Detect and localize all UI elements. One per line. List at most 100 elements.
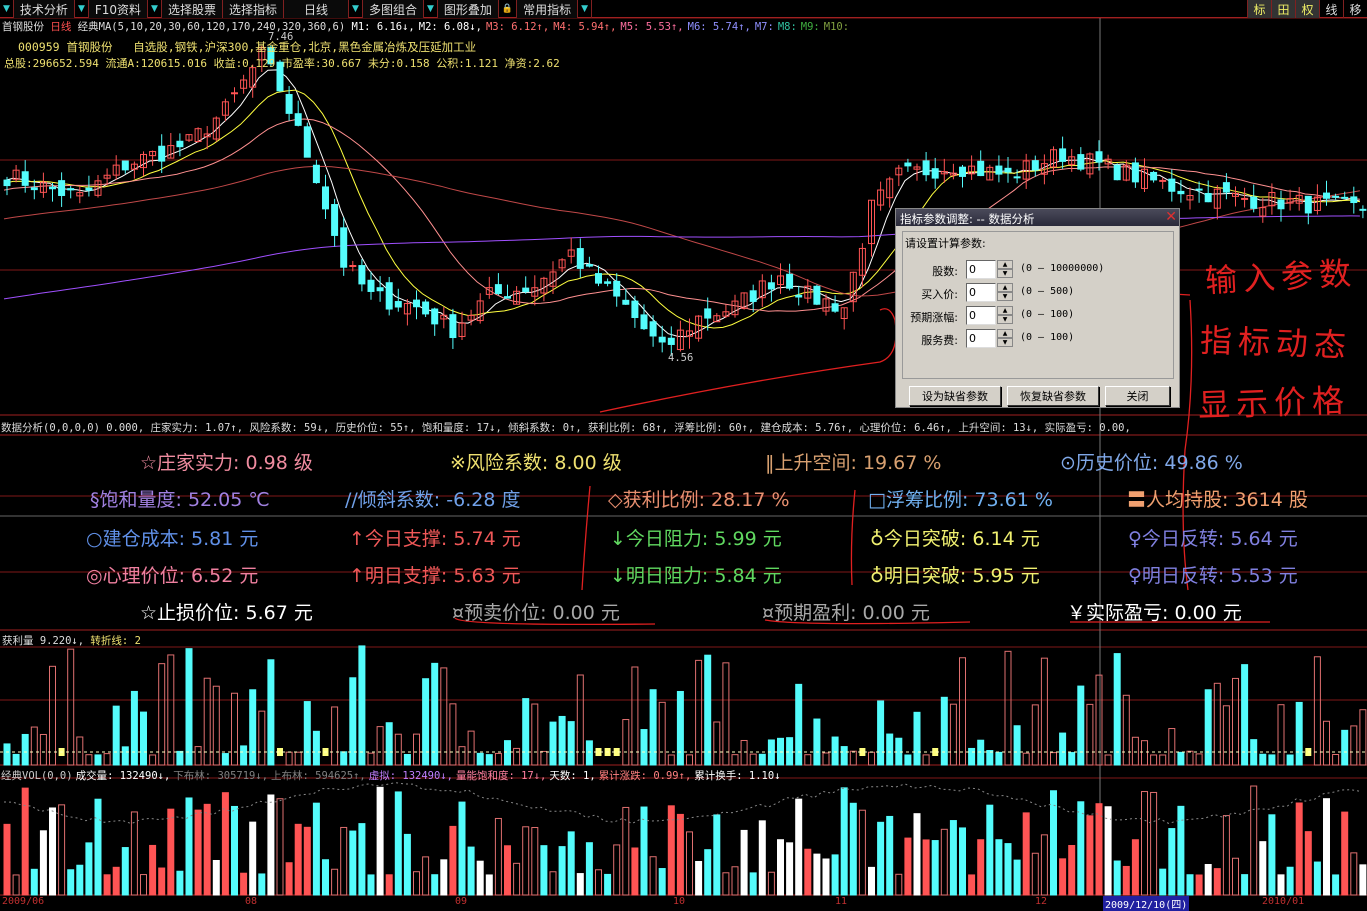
candle-body [667,337,675,345]
candlestick [968,155,976,180]
profit-bar [49,665,56,766]
profit-bar [1068,752,1076,766]
volume-bar [149,844,157,896]
candlestick [394,288,402,312]
dropdown-icon[interactable]: ▼ [0,0,14,18]
dropdown-icon[interactable]: ▼ [349,0,363,18]
volume-bar [1323,798,1330,896]
param-input[interactable]: 0 [966,260,996,279]
toolbar-item[interactable]: 常用指标 [517,0,579,18]
high-price-label: 7.46 [268,31,294,43]
param-range: (0 — 10000000) [1020,263,1105,274]
dropdown-icon[interactable]: ▼ [148,0,162,18]
param-spinner[interactable]: ▲ ▼ [997,329,1013,348]
close-icon[interactable]: ✕ [1165,209,1177,225]
candle-body [1277,199,1285,210]
profit-bar [485,754,493,766]
profit-bar [549,721,557,766]
profit-bar [722,662,730,766]
dialog-titlebar[interactable]: 指标参数调整: -- 数据分析 ✕ [896,209,1179,226]
param-input[interactable]: 0 [966,283,996,302]
candle-body [1113,164,1121,181]
dialog-close-button[interactable]: 关闭 [1105,386,1170,406]
candlestick [358,259,366,292]
dropdown-icon[interactable]: ▼ [75,0,89,18]
candle-body [1168,178,1176,192]
candlestick [904,158,912,172]
dropdown-icon[interactable]: ▼ [578,0,593,18]
profit-bar [340,751,348,766]
profit-bar [1022,752,1030,766]
profit-bar [258,710,266,766]
set-default-button[interactable]: 设为缺省参数 [909,386,1001,406]
toolbar-item[interactable]: 图形叠加 [437,0,499,18]
volume-bar [649,856,657,896]
indicator-name: 经典MA(5,10,20,30,60,120,170,240,320,360,6… [77,21,346,33]
data-item: ♀今日反转: 5.64 元 [1128,528,1298,550]
toolbar-item[interactable]: 多图组合 [362,0,424,18]
lock-icon[interactable]: 🔒 [499,0,518,18]
toolbar-toggle-button[interactable]: 权 [1295,0,1319,18]
volume-bar [513,862,521,896]
volume-bar [1141,791,1148,896]
volume-bar [1295,802,1303,896]
restore-default-button[interactable]: 恢复缺省参数 [1007,386,1099,406]
spin-down-icon[interactable]: ▼ [997,338,1013,347]
data-item: ※风险系数: 8.00 级 [450,452,622,474]
spin-down-icon[interactable]: ▼ [997,315,1013,324]
candlestick [649,315,657,347]
profit-bar [640,729,648,766]
candlestick [231,87,238,103]
profit-bar [1013,725,1021,766]
spin-up-icon[interactable]: ▲ [997,283,1013,292]
profit-bar [267,659,275,766]
param-spinner[interactable]: ▲ ▼ [997,260,1013,279]
profit-bar [212,685,220,766]
profit-bar [695,659,703,766]
spin-down-icon[interactable]: ▼ [997,292,1013,301]
candle-body [331,204,339,236]
candle-body [977,160,985,177]
volume-bar [1059,858,1067,896]
toolbar-toggle-button[interactable]: 田 [1271,0,1295,18]
volume-bar [1268,814,1276,896]
data-item: ↓明日阻力: 5.84 元 [610,565,782,587]
volume-bar [658,868,666,896]
volume-bar [1304,831,1312,896]
spin-up-icon[interactable]: ▲ [997,260,1013,269]
candle-body [21,171,29,186]
profit-bar [1222,705,1230,766]
toolbar-item[interactable]: 选择股票 [161,0,223,18]
candle-body [649,321,657,337]
profit-bar [513,747,521,766]
candlestick [431,307,439,336]
param-spinner[interactable]: ▲ ▼ [997,306,1013,325]
param-spinner[interactable]: ▲ ▼ [997,283,1013,302]
spin-down-icon[interactable]: ▼ [997,269,1013,278]
spin-up-icon[interactable]: ▲ [997,306,1013,315]
volume-bar [449,825,457,896]
param-input[interactable]: 0 [966,306,996,325]
candle-body [3,179,11,187]
volume-bar [1122,865,1130,896]
toolbar-item[interactable]: F10资料 [88,0,149,18]
volume-bar [1131,839,1139,896]
candle-body [595,273,602,284]
volume-bar [167,808,175,896]
toolbar-item[interactable]: 选择指标 [222,0,284,18]
candle-body [367,279,375,292]
param-input[interactable]: 0 [966,329,996,348]
dropdown-icon[interactable]: ▼ [424,0,438,18]
toolbar-item[interactable]: 技术分析 [13,0,75,18]
spin-up-icon[interactable]: ▲ [997,329,1013,338]
volume-bar [1150,791,1158,896]
toolbar-toggle-button[interactable]: 线 [1319,0,1343,18]
candle-body [504,296,511,299]
toolbar-item[interactable]: 日线 [284,0,350,18]
profit-name: 获利量 [2,635,34,647]
toolbar-toggle-button[interactable]: 移 [1343,0,1367,18]
volume-bar [413,871,420,896]
profit-bar [394,733,402,766]
toolbar-toggle-button[interactable]: 标 [1247,0,1271,18]
candle-body [658,336,666,343]
